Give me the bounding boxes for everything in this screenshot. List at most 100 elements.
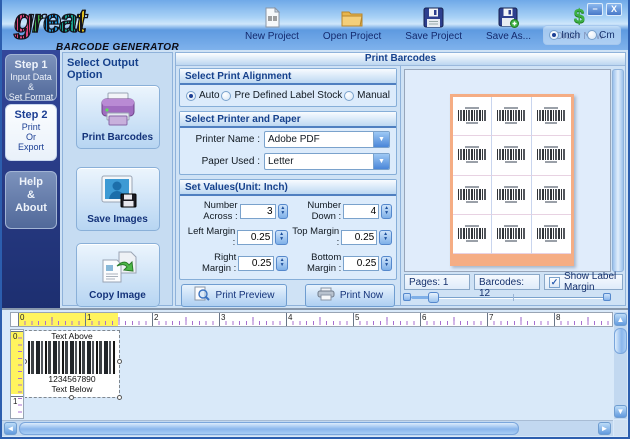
open-project-label: Open Project xyxy=(323,31,381,42)
sidebar-step2-button[interactable]: Step 2 Print Or Export xyxy=(5,104,57,161)
save-as-label: Save As... xyxy=(486,31,531,42)
copy-image-button[interactable]: Copy Image xyxy=(76,243,160,307)
label-cell xyxy=(492,136,531,175)
print-preview-button[interactable]: Print Preview xyxy=(181,284,287,307)
logo-letter: g xyxy=(14,2,32,39)
alignment-manual-radio[interactable]: Manual xyxy=(344,90,390,101)
spinner-down-icon: ▼ xyxy=(384,263,389,268)
mini-barcode xyxy=(537,146,565,164)
logo-subtitle: BARCODE GENERATOR xyxy=(56,42,179,53)
radio-icon xyxy=(549,30,559,40)
values-section: Set Values(Unit: Inch) Number Across : ▲… xyxy=(179,179,397,280)
help-line: & xyxy=(6,189,56,201)
scroll-left-icon[interactable]: ◄ xyxy=(4,422,17,435)
step2-line: Or xyxy=(6,132,56,142)
label-sheet-preview xyxy=(404,69,611,272)
top-margin-spinner[interactable]: ▲▼ xyxy=(379,230,392,245)
label-cell xyxy=(453,136,492,175)
canvas-vertical-scrollbar[interactable]: ▲ ▼ xyxy=(614,312,627,419)
number-across-label: Number Across : xyxy=(184,200,238,222)
save-as-button[interactable]: Save As... xyxy=(486,7,531,42)
spinner-down-icon: ▼ xyxy=(383,237,388,242)
checkbox-icon[interactable]: ✓ xyxy=(549,277,560,288)
minimize-button[interactable]: − xyxy=(587,3,603,16)
resize-handle-bottom-right[interactable] xyxy=(117,395,122,400)
horizontal-scroll-thumb[interactable] xyxy=(19,422,519,435)
top-margin-input[interactable] xyxy=(341,230,377,245)
steps-sidebar: Step 1 Input Data & Set Format Step 2 Pr… xyxy=(2,50,60,308)
number-across-spinner[interactable]: ▲▼ xyxy=(278,204,288,219)
slider-thumb[interactable] xyxy=(428,292,439,303)
slider-right-cap[interactable] xyxy=(603,293,611,301)
right-margin-spinner[interactable]: ▲▼ xyxy=(276,256,288,271)
spinner-down-icon: ▼ xyxy=(384,211,389,216)
slider-left-cap[interactable] xyxy=(403,293,411,301)
left-margin-spinner[interactable]: ▲▼ xyxy=(275,230,288,245)
chevron-down-icon[interactable]: ▼ xyxy=(373,154,389,169)
resize-handle-right[interactable] xyxy=(117,359,122,364)
mini-barcode xyxy=(497,107,525,125)
logo-word: great xyxy=(14,2,179,47)
right-margin-input[interactable] xyxy=(238,256,274,271)
resize-handle-bottom[interactable] xyxy=(69,395,74,400)
resize-handle-left[interactable] xyxy=(25,359,27,364)
label-cell xyxy=(492,215,531,254)
bottom-margin-input[interactable] xyxy=(343,256,379,271)
mini-barcode xyxy=(497,186,525,204)
logo-letter: a xyxy=(59,2,75,39)
left-margin-input[interactable] xyxy=(237,230,273,245)
label-sheet-grid xyxy=(453,97,571,254)
slider-track[interactable] xyxy=(411,297,609,298)
unit-inch-radio[interactable]: Inch xyxy=(549,30,580,41)
save-as-icon xyxy=(498,7,519,28)
bottom-margin-spinner[interactable]: ▲▼ xyxy=(381,256,392,271)
mini-barcode xyxy=(497,225,525,243)
label-cell xyxy=(492,97,531,136)
preview-vertical-scrollbar[interactable] xyxy=(612,69,624,272)
canvas-horizontal-scrollbar[interactable]: ◄ ► xyxy=(2,420,613,436)
unit-cm-radio[interactable]: Cm xyxy=(587,30,615,41)
step2-title: Step 2 xyxy=(6,109,56,121)
vertical-scroll-thumb[interactable] xyxy=(614,328,627,354)
unit-inch-label: Inch xyxy=(561,30,580,41)
paper-used-select[interactable]: Letter ▼ xyxy=(264,153,390,170)
sidebar-step1-button[interactable]: Step 1 Input Data & Set Format xyxy=(5,54,57,101)
open-project-button[interactable]: Open Project xyxy=(323,7,381,42)
slider-center-tick xyxy=(513,294,514,301)
values-section-title: Set Values(Unit: Inch) xyxy=(180,180,396,196)
alignment-predefined-radio[interactable]: Pre Defined Label Stock xyxy=(221,90,342,101)
logo-letter: r xyxy=(32,2,43,39)
preview-status-bar: Pages: 1 Barcodes: 12 ✓ Show Label Margi… xyxy=(401,274,625,290)
print-barcodes-label: Print Barcodes xyxy=(82,132,153,143)
chevron-down-icon[interactable]: ▼ xyxy=(373,132,389,147)
print-barcodes-button[interactable]: Print Barcodes xyxy=(76,85,160,149)
close-button[interactable]: X xyxy=(606,3,622,16)
number-down-input[interactable] xyxy=(343,204,379,219)
printer-name-value: Adobe PDF xyxy=(265,132,373,147)
sidebar-help-about-button[interactable]: Help & About xyxy=(5,171,57,229)
spinner-down-icon: ▼ xyxy=(280,263,285,268)
printer-section-title: Select Printer and Paper xyxy=(180,112,396,128)
design-canvas[interactable]: Text Above 1234567890 Text Below xyxy=(25,329,613,419)
print-now-label: Print Now xyxy=(340,290,383,301)
radio-icon xyxy=(221,91,231,101)
save-project-button[interactable]: Save Project xyxy=(405,7,462,42)
number-across-input[interactable] xyxy=(240,204,276,219)
new-project-button[interactable]: New Project xyxy=(245,7,299,42)
scroll-down-icon[interactable]: ▼ xyxy=(614,405,627,418)
barcode-element[interactable]: Text Above 1234567890 Text Below xyxy=(25,331,119,397)
print-controls: Select Print Alignment Auto Pre Defined … xyxy=(176,66,400,305)
print-now-button[interactable]: Print Now xyxy=(305,284,395,307)
radio-icon xyxy=(186,91,196,101)
save-images-button[interactable]: Save Images xyxy=(76,167,160,231)
scroll-right-icon[interactable]: ► xyxy=(598,422,611,435)
print-barcodes-panel: Print Barcodes Select Print Alignment Au… xyxy=(175,52,626,306)
scroll-up-icon[interactable]: ▲ xyxy=(614,313,627,326)
number-down-spinner[interactable]: ▲▼ xyxy=(381,204,392,219)
printer-name-select[interactable]: Adobe PDF ▼ xyxy=(264,131,390,148)
alignment-auto-radio[interactable]: Auto xyxy=(186,90,220,101)
barcodes-status: Barcodes: 12 xyxy=(474,274,540,290)
show-label-margin-option[interactable]: ✓ Show Label Margin xyxy=(544,274,623,290)
help-title: Help xyxy=(6,176,56,188)
right-margin-label: Right Margin : xyxy=(184,252,236,274)
